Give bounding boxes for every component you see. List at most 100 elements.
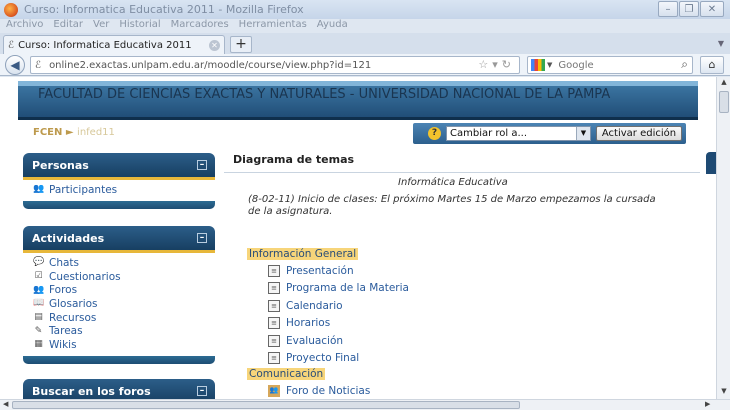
- document-icon: ≡: [268, 265, 280, 277]
- forum-icon: 👥: [268, 385, 280, 397]
- course-name: Informática Educativa: [398, 177, 508, 188]
- resource-horarios[interactable]: ≡ Horarios: [268, 317, 330, 329]
- resource-proyecto-final[interactable]: ≡ Proyecto Final: [268, 352, 359, 364]
- turn-editing-on-button[interactable]: Activar edición: [596, 126, 682, 141]
- glossary-icon: 📖: [33, 298, 45, 309]
- firefox-logo-icon: [4, 2, 18, 17]
- resource-presentacion[interactable]: ≡ Presentación: [268, 265, 354, 277]
- scroll-right-icon[interactable]: ▶: [705, 400, 710, 408]
- block-actividades-header: Actividades –: [23, 226, 215, 250]
- collapse-icon[interactable]: –: [197, 233, 207, 243]
- sidebar-item-participantes[interactable]: 👥 Participantes: [33, 183, 215, 197]
- document-icon: ≡: [268, 282, 280, 294]
- google-engine-icon[interactable]: [531, 59, 545, 71]
- document-icon: ≡: [268, 317, 280, 329]
- users-icon: 👥: [33, 184, 45, 195]
- sidebar-item-tareas[interactable]: ✎ Tareas: [33, 324, 215, 338]
- menu-historial[interactable]: Historial: [119, 19, 160, 33]
- minimize-button[interactable]: –: [658, 1, 678, 17]
- resource-icon: ▤: [34, 312, 43, 323]
- moodle-favicon-icon: ℰ: [8, 39, 15, 51]
- document-icon: ≡: [268, 300, 280, 312]
- forum-icon: 👥: [33, 284, 45, 295]
- course-summary: (8-02-11) Inicio de clases: El próximo M…: [248, 194, 656, 217]
- collapse-icon[interactable]: –: [197, 386, 207, 396]
- role-select-value: Cambiar rol a...: [450, 128, 528, 139]
- horizontal-scrollbar[interactable]: ◀ ▶: [0, 399, 730, 410]
- scroll-down-icon[interactable]: ▼: [717, 387, 730, 399]
- menu-editar[interactable]: Editar: [53, 19, 83, 33]
- block-buscar-foros: Buscar en los foros –: [23, 379, 215, 399]
- sidebar-item-cuestionarios[interactable]: ☑ Cuestionarios: [33, 270, 215, 284]
- page-title: Diagrama de temas: [233, 153, 355, 166]
- scroll-up-icon[interactable]: ▲: [717, 78, 730, 90]
- search-icon[interactable]: ⌕: [681, 57, 688, 72]
- site-header-title: FACULTAD DE CIENCIAS EXACTAS Y NATURALES…: [38, 87, 611, 102]
- menu-archivo[interactable]: Archivo: [6, 19, 43, 33]
- block-personas-title: Personas: [32, 159, 89, 172]
- right-block-edge: [706, 152, 716, 174]
- document-icon: ≡: [268, 352, 280, 364]
- block-personas-header: Personas –: [23, 153, 215, 177]
- resource-foro-noticias[interactable]: 👥 Foro de Noticias: [268, 385, 370, 397]
- block-buscar-title: Buscar en los foros: [32, 385, 151, 398]
- block-actividades-title: Actividades: [32, 232, 105, 245]
- bookmark-star-icon[interactable]: ☆▾↻: [478, 58, 515, 71]
- maximize-button[interactable]: ❐: [679, 1, 699, 17]
- sidebar-item-wikis[interactable]: ▦ Wikis: [33, 338, 215, 352]
- sidebar-item-glosarios[interactable]: 📖 Glosarios: [33, 297, 215, 311]
- resource-evaluacion[interactable]: ≡ Evaluación: [268, 335, 343, 347]
- section-informacion-general: Información General: [247, 248, 359, 260]
- breadcrumb-fcen[interactable]: FCEN: [33, 127, 62, 138]
- sidebar-item-foros[interactable]: 👥 Foros: [33, 283, 215, 297]
- window-title: Curso: Informatica Educativa 2011 - Mozi…: [24, 3, 304, 16]
- assignment-icon: ✎: [34, 325, 43, 336]
- url-text: online2.exactas.unlpam.edu.ar/moodle/cou…: [49, 59, 372, 71]
- menu-ver[interactable]: Ver: [93, 19, 109, 33]
- menu-ayuda[interactable]: Ayuda: [317, 19, 348, 33]
- vertical-scrollbar[interactable]: ▲ ▼: [716, 77, 730, 399]
- quiz-icon: ☑: [34, 271, 43, 282]
- chat-icon: 💬: [33, 257, 45, 268]
- page-viewport: FACULTAD DE CIENCIAS EXACTAS Y NATURALES…: [0, 77, 716, 399]
- wiki-icon: ▦: [34, 339, 43, 350]
- scroll-left-icon[interactable]: ◀: [3, 400, 8, 408]
- menu-marcadores[interactable]: Marcadores: [171, 19, 229, 33]
- menu-herramientas[interactable]: Herramientas: [239, 19, 307, 33]
- block-buscar-header: Buscar en los foros –: [23, 379, 215, 399]
- url-bar[interactable]: ℰ online2.exactas.unlpam.edu.ar/moodle/c…: [30, 56, 520, 74]
- breadcrumb-current: infed11: [77, 127, 115, 138]
- close-button[interactable]: ✕: [700, 1, 724, 17]
- tab-close-icon[interactable]: ✕: [209, 40, 220, 51]
- search-bar[interactable]: ▼ ⌕: [527, 56, 693, 74]
- help-icon[interactable]: ?: [428, 127, 441, 140]
- document-icon: ≡: [268, 335, 280, 347]
- new-tab-button[interactable]: +: [230, 36, 252, 53]
- tab-title: Curso: Informatica Educativa 2011: [18, 39, 192, 51]
- section-comunicacion: Comunicación: [247, 368, 326, 380]
- block-personas: Personas – 👥 Participantes: [23, 153, 215, 209]
- menu-bar: Archivo Editar Ver Historial Marcadores …: [0, 19, 730, 33]
- search-input[interactable]: [558, 59, 669, 71]
- engine-dropdown-icon[interactable]: ▼: [547, 61, 552, 69]
- chevron-down-icon[interactable]: ▼: [576, 127, 590, 140]
- resource-calendario[interactable]: ≡ Calendario: [268, 300, 343, 312]
- home-button[interactable]: ⌂: [700, 56, 724, 74]
- role-bar: ? Cambiar rol a... ▼ Activar edición: [413, 123, 686, 144]
- resource-programa[interactable]: ≡ Programa de la Materia: [268, 282, 409, 294]
- window-titlebar: Curso: Informatica Educativa 2011 - Mozi…: [0, 0, 730, 19]
- navigation-bar: ◀ ℰ online2.exactas.unlpam.edu.ar/moodle…: [0, 54, 730, 76]
- back-button[interactable]: ◀: [5, 55, 25, 75]
- breadcrumb-separator-icon: ►: [65, 127, 74, 138]
- site-identity-icon[interactable]: ℰ: [35, 60, 41, 71]
- tab-list-icon[interactable]: ▼: [718, 39, 724, 48]
- horizontal-scroll-thumb[interactable]: [12, 401, 520, 409]
- moodle-header: FACULTAD DE CIENCIAS EXACTAS Y NATURALES…: [18, 81, 698, 120]
- sidebar-item-recursos[interactable]: ▤ Recursos: [33, 311, 215, 325]
- vertical-scroll-thumb[interactable]: [719, 91, 729, 113]
- role-select[interactable]: Cambiar rol a... ▼: [446, 126, 591, 141]
- sidebar-item-chats[interactable]: 💬 Chats: [33, 256, 215, 270]
- tab-course[interactable]: ℰ Curso: Informatica Educativa 2011 ✕: [3, 35, 225, 54]
- collapse-icon[interactable]: –: [197, 160, 207, 170]
- breadcrumb: FCEN ► infed11: [33, 127, 115, 138]
